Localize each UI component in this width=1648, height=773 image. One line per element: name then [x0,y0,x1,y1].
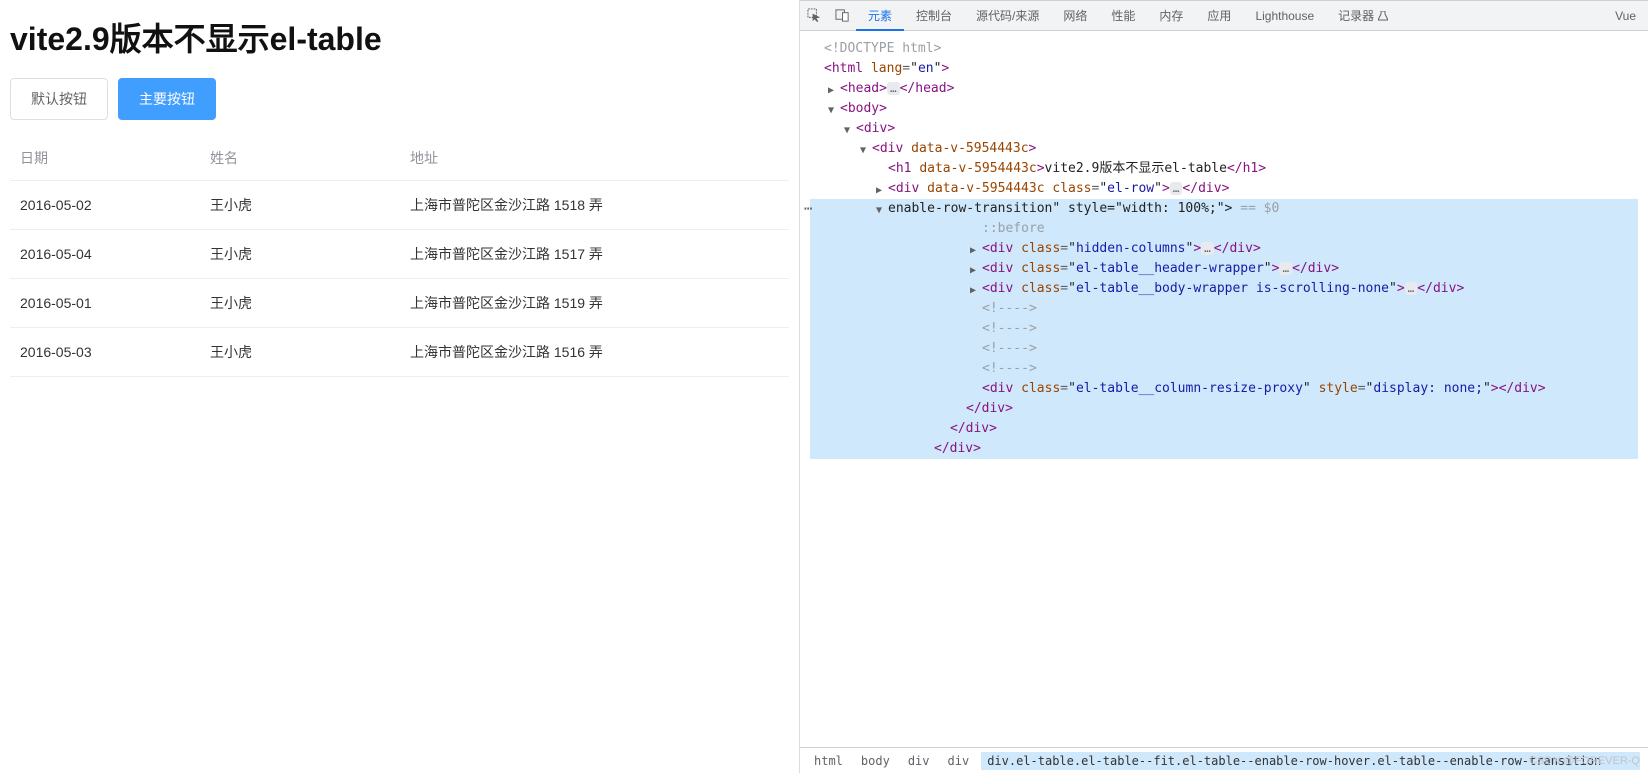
dom-line[interactable]: ::before [888,219,1638,239]
tab-4[interactable]: 性能 [1099,1,1147,31]
cell-name: 王小虎 [200,279,400,328]
col-date: 日期 [10,136,200,181]
cell-address: 上海市普陀区金沙江路 1519 弄 [400,279,789,328]
dom-line[interactable]: ▶<div class="el-table__header-wrapper">…… [888,259,1638,279]
dom-line[interactable]: ▶<div data-v-5954443c class="el-row">…</… [810,179,1638,199]
flask-icon [1378,11,1388,21]
dom-line[interactable]: enable-row-transition" style="width: 100… [888,199,1638,219]
devtools-pane: 元素控制台源代码/来源网络性能内存应用Lighthouse 记录器 Vue <!… [800,0,1648,773]
tab-recorder[interactable]: 记录器 [1326,1,1400,31]
breadcrumb-item[interactable]: div [942,752,976,770]
tab-1[interactable]: 控制台 [904,1,964,31]
cell-date: 2016-05-02 [10,181,200,230]
default-button[interactable]: 默认按钮 [10,78,108,120]
app-pane: vite2.9版本不显示el-table 默认按钮 主要按钮 日期 姓名 地址 … [0,0,800,773]
cell-address: 上海市普陀区金沙江路 1517 弄 [400,230,789,279]
table-header-row: 日期 姓名 地址 [10,136,789,181]
cell-date: 2016-05-04 [10,230,200,279]
button-row: 默认按钮 主要按钮 [10,78,789,120]
cell-name: 王小虎 [200,181,400,230]
dom-line[interactable]: <html lang="en"> [810,59,1638,79]
tab-2[interactable]: 源代码/来源 [964,1,1051,31]
tab-vue[interactable]: Vue [1603,1,1648,31]
dom-tree[interactable]: <!DOCTYPE html><html lang="en">▶<head>…<… [800,31,1648,747]
breadcrumb-item[interactable]: html [808,752,849,770]
breadcrumb-item[interactable]: body [855,752,896,770]
col-address: 地址 [400,136,789,181]
col-name: 姓名 [200,136,400,181]
dom-line[interactable]: <!----> [888,339,1638,359]
breadcrumb-bar: htmlbodydivdivdiv.el-table.el-table--fit… [800,747,1648,773]
dom-line[interactable]: ▶<div class="hidden-columns">…</div> [888,239,1638,259]
cell-address: 上海市普陀区金沙江路 1518 弄 [400,181,789,230]
dom-line[interactable]: <!DOCTYPE html> [810,39,1638,59]
dom-line[interactable]: </div> [888,419,1638,439]
cell-name: 王小虎 [200,230,400,279]
tab-7[interactable]: Lighthouse [1243,1,1326,31]
dom-line[interactable]: <!----> [888,359,1638,379]
table-row[interactable]: 2016-05-04王小虎上海市普陀区金沙江路 1517 弄 [10,230,789,279]
dom-line[interactable]: ▶<div class="el-table__body-wrapper is-s… [888,279,1638,299]
device-toggle-icon[interactable] [828,2,856,30]
page-title: vite2.9版本不显示el-table [10,14,789,60]
devtools-toolbar: 元素控制台源代码/来源网络性能内存应用Lighthouse 记录器 Vue [800,1,1648,31]
watermark: CSDN @FOREVER-Q [1529,755,1640,767]
tab-3[interactable]: 网络 [1051,1,1099,31]
primary-button[interactable]: 主要按钮 [118,78,216,120]
cell-address: 上海市普陀区金沙江路 1516 弄 [400,328,789,377]
devtools-tabs: 元素控制台源代码/来源网络性能内存应用Lighthouse [856,1,1326,31]
dom-line[interactable]: ▼<body> [810,99,1638,119]
dom-line[interactable]: <!----> [888,299,1638,319]
table-row[interactable]: 2016-05-01王小虎上海市普陀区金沙江路 1519 弄 [10,279,789,328]
dom-line[interactable]: ▶<head>…</head> [810,79,1638,99]
cell-name: 王小虎 [200,328,400,377]
dom-line[interactable]: <div class="el-table__column-resize-prox… [888,379,1638,399]
data-table: 日期 姓名 地址 2016-05-02王小虎上海市普陀区金沙江路 1518 弄2… [10,136,789,377]
tab-6[interactable]: 应用 [1195,1,1243,31]
dom-line[interactable]: ⋯▼enable-row-transition" style="width: 1… [810,199,1638,459]
inspect-icon[interactable] [800,2,828,30]
dom-line[interactable]: ▼<div data-v-5954443c> [810,139,1638,159]
tab-5[interactable]: 内存 [1147,1,1195,31]
dom-line[interactable]: </div> [888,399,1638,419]
breadcrumb-item[interactable]: div [902,752,936,770]
table-row[interactable]: 2016-05-03王小虎上海市普陀区金沙江路 1516 弄 [10,328,789,377]
cell-date: 2016-05-01 [10,279,200,328]
dom-line[interactable]: <h1 data-v-5954443c>vite2.9版本不显示el-table… [810,159,1638,179]
cell-date: 2016-05-03 [10,328,200,377]
dom-line[interactable]: <!----> [888,319,1638,339]
dom-line[interactable]: ▼<div> [810,119,1638,139]
table-row[interactable]: 2016-05-02王小虎上海市普陀区金沙江路 1518 弄 [10,181,789,230]
dom-line[interactable]: </div> [888,439,1638,459]
tab-0[interactable]: 元素 [856,1,904,31]
